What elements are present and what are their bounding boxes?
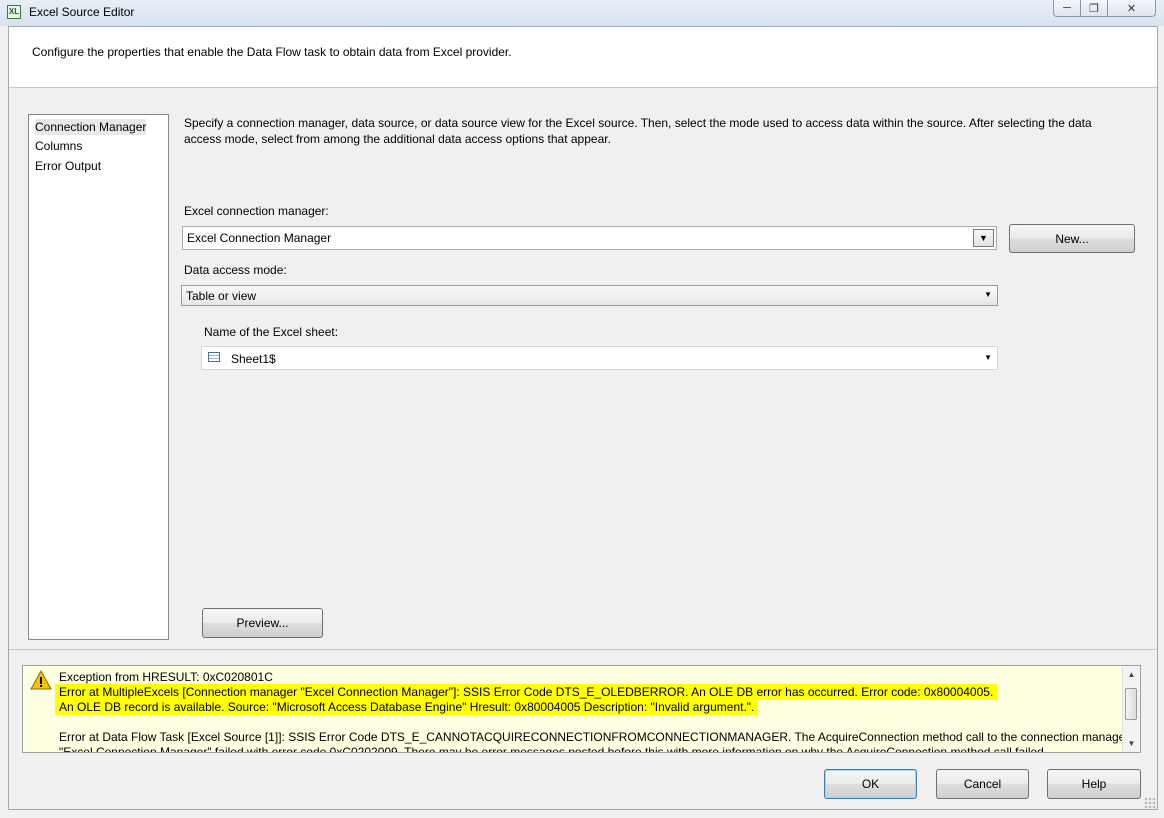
message-scrollbar[interactable]: ▲ ▼ [1122, 666, 1140, 752]
message-line: "Excel Connection Manager" failed with e… [59, 745, 1048, 753]
access-mode-dropdown[interactable]: Table or view ▼ [181, 285, 998, 306]
help-button[interactable]: Help [1047, 769, 1141, 799]
sheet-name-value: Sheet1$ [231, 352, 276, 366]
resize-grip-icon[interactable] [1144, 797, 1156, 809]
ok-button[interactable]: OK [824, 769, 917, 799]
message-divider [9, 649, 1157, 650]
table-icon [208, 352, 220, 362]
nav-item-error-output[interactable]: Error Output [35, 159, 101, 173]
dialog-header: Configure the properties that enable the… [9, 27, 1157, 87]
page-navigation: Connection Manager Columns Error Output [28, 114, 169, 640]
minimize-button[interactable]: ─ [1053, 0, 1081, 17]
title-bar: XL Excel Source Editor ─ ❐ ✕ [0, 0, 1164, 26]
error-message-panel[interactable]: Exception from HRESULT: 0xC020801C Error… [22, 665, 1141, 753]
close-button[interactable]: ✕ [1108, 0, 1156, 17]
connection-manager-label: Excel connection manager: [184, 204, 329, 218]
chevron-down-icon[interactable]: ▼ [973, 229, 994, 247]
scroll-thumb[interactable] [1125, 688, 1137, 720]
scroll-up-icon[interactable]: ▲ [1123, 666, 1140, 683]
access-mode-label: Data access mode: [184, 263, 287, 277]
warning-icon [30, 670, 52, 690]
maximize-icon: ❐ [1089, 2, 1099, 15]
new-connection-button[interactable]: New... [1009, 224, 1135, 253]
window-title: Excel Source Editor [29, 5, 135, 19]
chevron-down-icon: ▼ [984, 290, 992, 299]
message-line-highlighted: An OLE DB record is available. Source: "… [55, 699, 759, 715]
header-divider [9, 87, 1157, 88]
connection-manager-dropdown[interactable]: Excel Connection Manager ▼ [182, 226, 997, 250]
header-description: Configure the properties that enable the… [32, 45, 512, 59]
cancel-button[interactable]: Cancel [936, 769, 1029, 799]
connection-manager-value: Excel Connection Manager [187, 231, 332, 245]
message-line: Error at Data Flow Task [Excel Source [1… [59, 730, 1130, 744]
sheet-name-dropdown[interactable]: Sheet1$ ▼ [201, 346, 998, 370]
maximize-button[interactable]: ❐ [1081, 0, 1108, 17]
message-line-highlighted: Error at MultipleExcels [Connection mana… [55, 684, 998, 700]
sheet-name-label: Name of the Excel sheet: [204, 325, 339, 339]
chevron-down-icon: ▼ [984, 353, 992, 362]
nav-item-columns[interactable]: Columns [35, 139, 82, 153]
message-line: Exception from HRESULT: 0xC020801C [59, 670, 273, 684]
minimize-icon: ─ [1063, 2, 1071, 14]
close-icon: ✕ [1126, 2, 1137, 15]
page-description: Specify a connection manager, data sourc… [184, 116, 1092, 146]
excel-source-icon: XL [7, 5, 21, 19]
nav-item-connection-manager[interactable]: Connection Manager [35, 119, 147, 135]
scroll-down-icon[interactable]: ▼ [1123, 735, 1140, 752]
preview-button[interactable]: Preview... [202, 608, 323, 638]
access-mode-value: Table or view [186, 289, 257, 303]
window-controls: ─ ❐ ✕ [1053, 0, 1159, 18]
